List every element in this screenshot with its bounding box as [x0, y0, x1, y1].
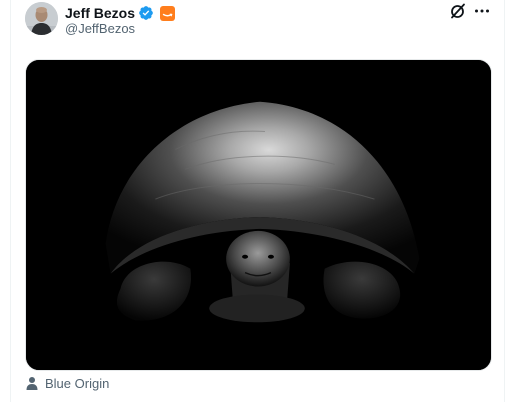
more-horizontal-icon[interactable] — [473, 2, 491, 20]
tagged-account[interactable]: Blue Origin — [25, 374, 109, 392]
author-handle[interactable]: @JeffBezos — [65, 21, 135, 36]
tagged-account-label[interactable]: Blue Origin — [45, 376, 109, 391]
amazon-logo-icon[interactable] — [160, 5, 176, 21]
tweet-card: Jeff Bezos @JeffBezos Blue Origin — [10, 0, 505, 402]
verified-badge-icon — [138, 5, 154, 21]
person-icon — [25, 376, 39, 390]
display-name[interactable]: Jeff Bezos — [65, 5, 135, 21]
avatar[interactable] — [25, 2, 58, 35]
author-name-row[interactable]: Jeff Bezos — [65, 4, 176, 22]
grok-icon[interactable] — [449, 2, 467, 20]
tweet-photo[interactable] — [25, 59, 492, 371]
